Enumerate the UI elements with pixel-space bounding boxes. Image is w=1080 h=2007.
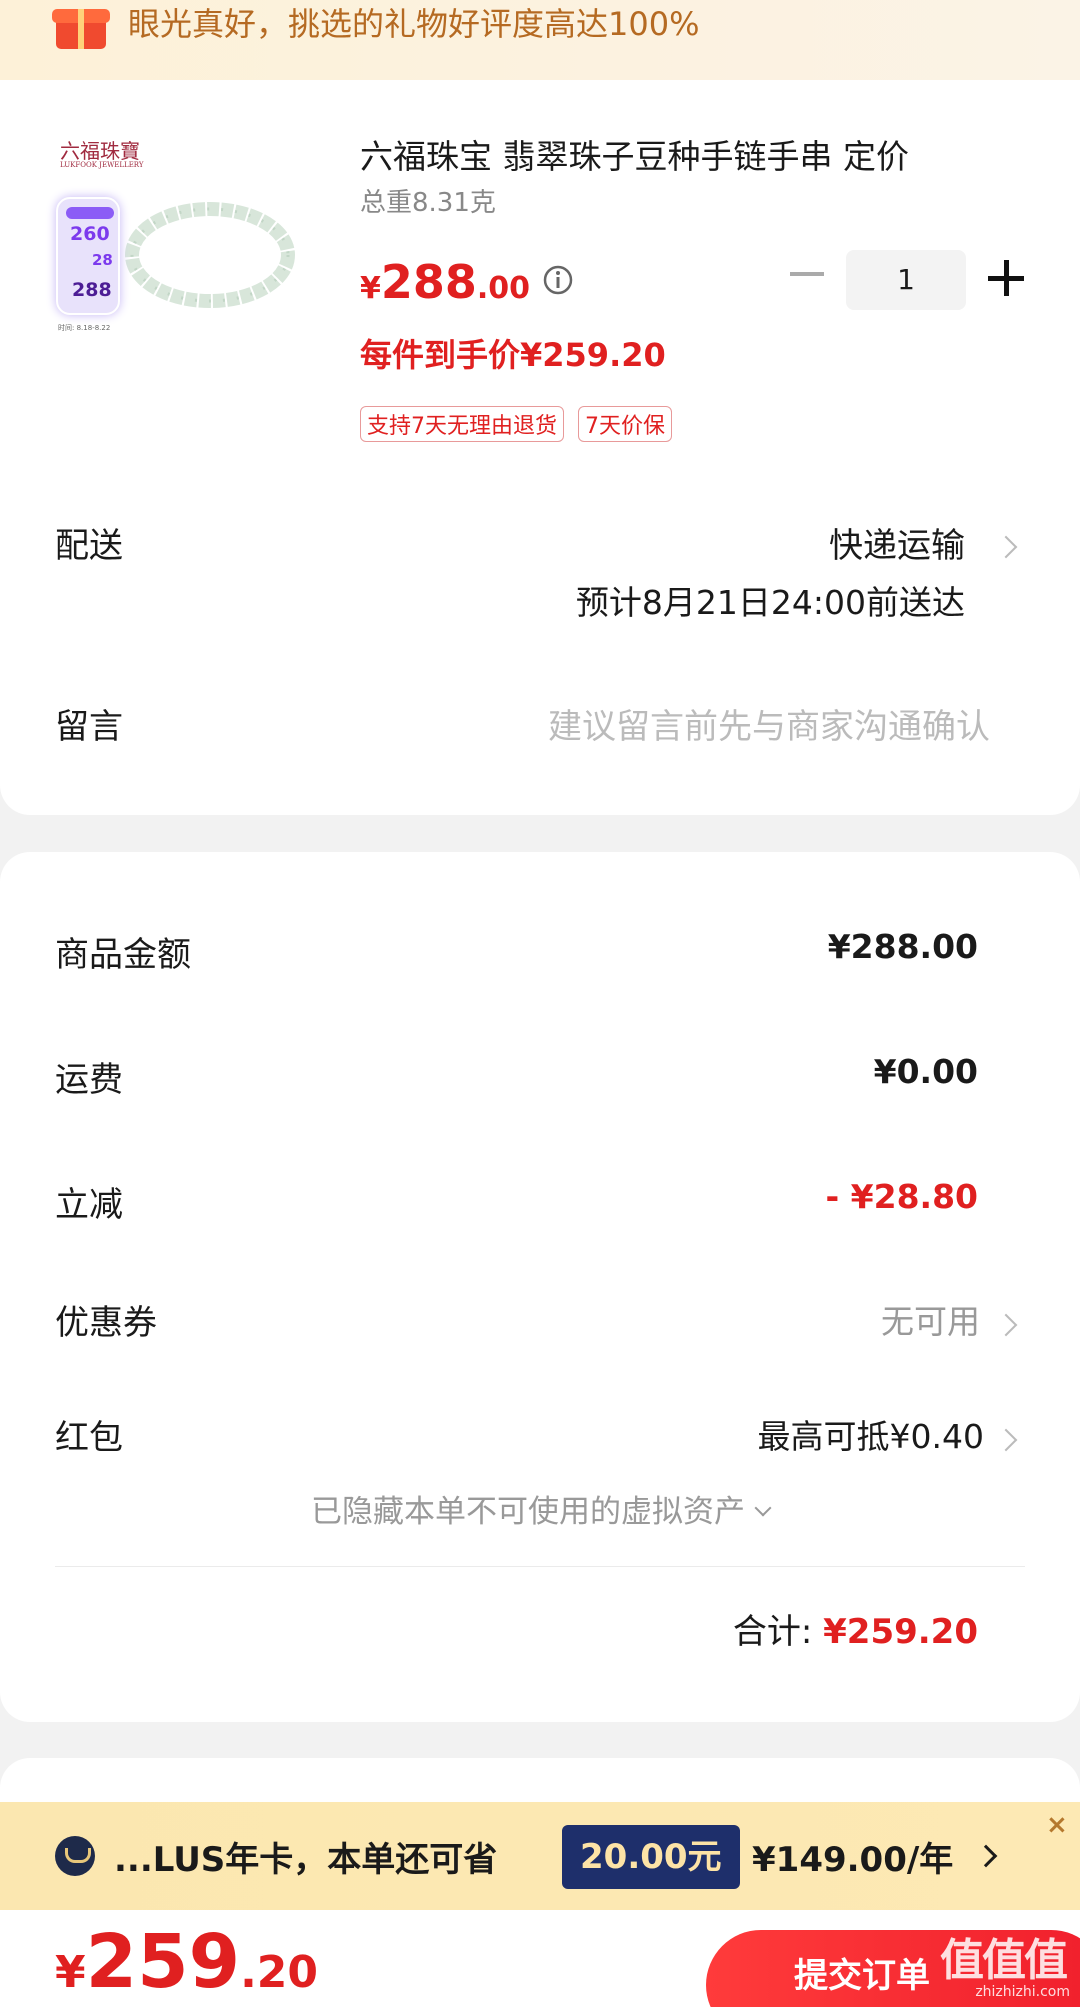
shipping-chevron-icon[interactable] — [994, 535, 1018, 559]
message-label: 留言 — [55, 707, 123, 747]
product-title[interactable]: 六福珠宝 翡翠珠子豆种手链手串 定价 — [360, 130, 1020, 178]
checkout-bar: ¥ 259 .20 提交订单 — [0, 1910, 1080, 2007]
checkout-price-integer: 259 — [85, 1919, 241, 2005]
product-image[interactable]: 六福珠寶 LUKFOOK JEWELLERY 260 28 288 时间: 8.… — [52, 125, 295, 345]
watermark: 值值值 — [940, 1935, 1068, 1986]
promo-date: 时间: 8.18-8.22 — [58, 324, 111, 332]
freight-label: 运费 — [55, 1060, 123, 1100]
chevron-down-icon — [754, 1499, 772, 1517]
freight-value: ¥0.00 — [873, 1052, 978, 1091]
discount-label: 立减 — [55, 1185, 123, 1225]
summary-divider — [55, 1566, 1025, 1567]
checkout-price: ¥ 259 .20 — [55, 1920, 318, 2004]
brand-logo: 六福珠寶 — [60, 139, 140, 163]
shipping-label: 配送 — [55, 526, 123, 566]
gift-icon — [52, 9, 110, 49]
price-integer: 288 — [380, 255, 477, 309]
goods-amount-value: ¥288.00 — [827, 927, 978, 966]
order-total: 合计: ¥259.20 — [733, 1604, 978, 1653]
coupon-chevron-icon[interactable] — [994, 1313, 1018, 1337]
coupon-label: 优惠券 — [55, 1303, 157, 1343]
tag-return[interactable]: 支持7天无理由退货 — [360, 406, 564, 442]
bracelet-image — [125, 202, 295, 308]
plus-price: ¥149.00/年 — [752, 1840, 954, 1880]
service-tags: 支持7天无理由退货 7天价保 — [360, 406, 672, 442]
promo-price-tag: 260 28 288 — [56, 197, 120, 315]
promo-price-b: 28 — [92, 251, 113, 269]
plus-save-amount: 20.00元 — [562, 1825, 740, 1889]
discount-value: - ¥28.80 — [825, 1177, 978, 1216]
unit-price: ¥ 288 .00 — [360, 255, 530, 309]
redpacket-chevron-icon[interactable] — [994, 1428, 1018, 1452]
price-currency: ¥ — [360, 271, 381, 306]
order-summary-card: 商品金额 ¥288.00 运费 ¥0.00 立减 - ¥28.80 优惠券 无可… — [0, 852, 1080, 1722]
hidden-assets-toggle[interactable]: 已隐藏本单不可使用的虚拟资产 — [0, 1486, 1080, 1531]
tag-price-protect[interactable]: 7天价保 — [578, 406, 672, 442]
watermark-url: zhizhizhi.com — [975, 1984, 1070, 2000]
total-label: 合计: — [732, 1612, 813, 1652]
quantity-minus-button[interactable] — [790, 272, 824, 276]
redpacket-label: 红包 — [55, 1418, 123, 1458]
product-card: 六福珠寶 LUKFOOK JEWELLERY 260 28 288 时间: 8.… — [0, 80, 1080, 815]
gift-banner: 眼光真好，挑选的礼物好评度高达100% — [0, 0, 1080, 80]
quantity-plus-button[interactable] — [988, 260, 1024, 296]
goods-amount-label: 商品金额 — [55, 935, 191, 975]
plus-text: ...LUS年卡，本单还可省 — [114, 1840, 498, 1880]
final-unit-price: 每件到手价¥259.20 — [360, 336, 666, 374]
brand-subtitle: LUKFOOK JEWELLERY — [60, 161, 144, 169]
price-decimal: .00 — [476, 271, 531, 306]
plus-crown-icon — [55, 1836, 95, 1876]
plus-membership-bar[interactable]: ...LUS年卡，本单还可省 20.00元 ¥149.00/年 × — [0, 1802, 1080, 1910]
product-weight: 总重8.31克 — [360, 188, 496, 218]
banner-text: 眼光真好，挑选的礼物好评度高达100% — [128, 5, 700, 43]
close-icon[interactable]: × — [1046, 1810, 1068, 1840]
shipping-eta: 预计8月21日24:00前送达 — [575, 583, 965, 622]
coupon-value[interactable]: 无可用 — [881, 1295, 980, 1343]
quantity-input[interactable]: 1 — [846, 250, 966, 310]
total-value: ¥259.20 — [823, 1612, 978, 1652]
checkout-currency: ¥ — [55, 1947, 86, 1998]
shipping-method[interactable]: 快递运输 — [829, 518, 965, 567]
promo-price-c: 288 — [72, 279, 112, 301]
plus-chevron-icon[interactable] — [974, 1844, 998, 1868]
message-input[interactable]: 建议留言前先与商家沟通确认 — [548, 699, 990, 748]
redpacket-value[interactable]: 最高可抵¥0.40 — [758, 1410, 984, 1458]
info-icon[interactable] — [542, 264, 574, 296]
hidden-assets-text: 已隐藏本单不可使用的虚拟资产 — [311, 1494, 745, 1530]
promo-price-a: 260 — [70, 223, 110, 245]
checkout-price-decimal: .20 — [240, 1947, 319, 1998]
